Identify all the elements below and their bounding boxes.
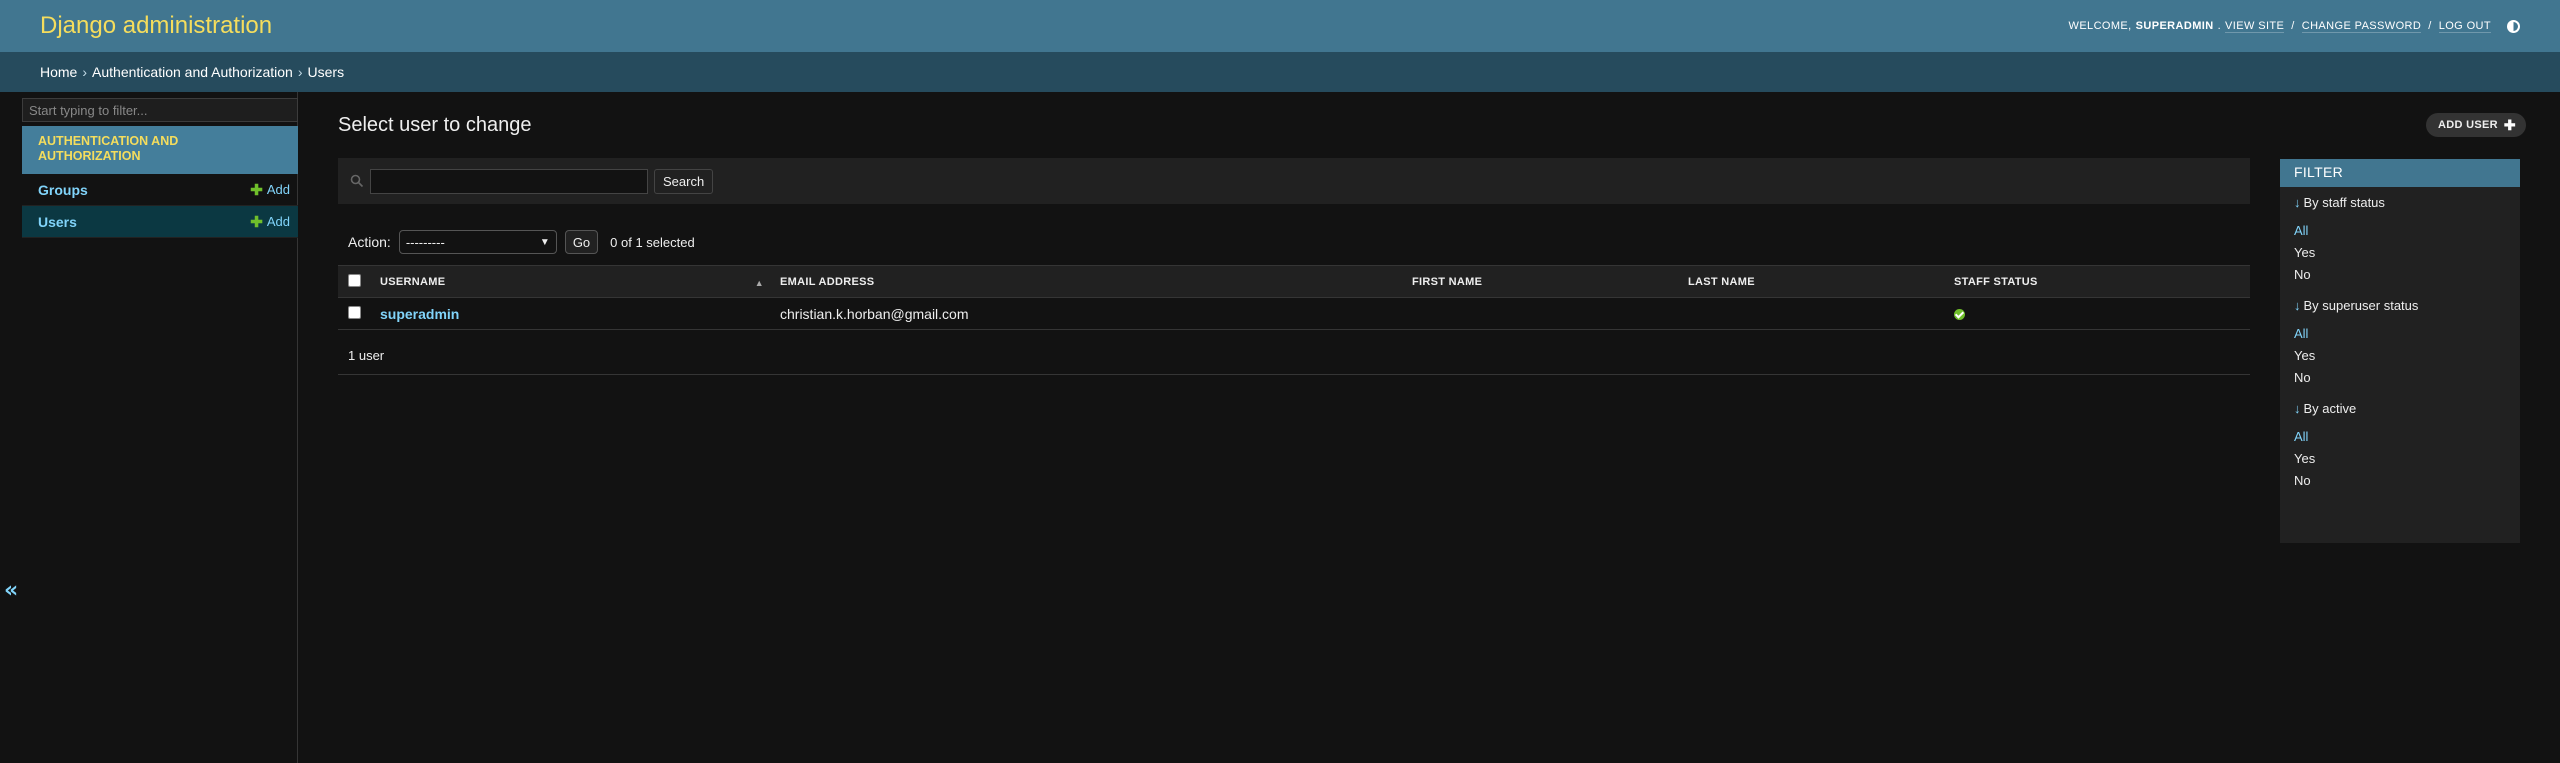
action-select[interactable]: --------- ▼ bbox=[398, 230, 557, 254]
site-title[interactable]: Django administration bbox=[40, 12, 272, 40]
welcome-text: Welcome, bbox=[2068, 20, 2132, 32]
column-header-last-name[interactable]: Last name bbox=[1680, 265, 1946, 298]
sidebar-item-groups: Groups ✚ Add bbox=[22, 174, 298, 206]
filter-option-no[interactable]: No bbox=[2294, 470, 2506, 492]
filter-group-title[interactable]: ↓ By superuser status bbox=[2294, 298, 2506, 313]
filter-panel: Filter ↓ By staff status All Yes No ↓ By… bbox=[2280, 159, 2520, 543]
sidebar-item-groups-link[interactable]: Groups bbox=[38, 182, 88, 198]
filter-option-no[interactable]: No bbox=[2294, 264, 2506, 286]
filter-option-yes[interactable]: Yes bbox=[2294, 345, 2506, 367]
sidebar-item-users: Users ✚ Add bbox=[22, 206, 298, 238]
staff-status-cell bbox=[1946, 297, 2250, 330]
view-site-link[interactable]: View site bbox=[2225, 20, 2285, 33]
sidebar-groups-add-link[interactable]: ✚ Add bbox=[250, 181, 290, 199]
app-caption-auth[interactable]: Authentication and Authorization bbox=[22, 126, 298, 174]
theme-toggle-icon[interactable] bbox=[2507, 19, 2520, 33]
row-select-checkbox[interactable] bbox=[348, 305, 361, 319]
column-header-email[interactable]: Email address bbox=[772, 265, 1404, 298]
table-row: superadmin christian.k.horban@gmail.com bbox=[338, 297, 2250, 330]
breadcrumb-home[interactable]: Home bbox=[40, 64, 77, 80]
username-cell: superadmin bbox=[372, 297, 772, 330]
column-header-username[interactable]: Username ▲ bbox=[372, 265, 772, 298]
last-name-cell bbox=[1680, 297, 1946, 330]
table-header-row: Username ▲ Email address First name Last… bbox=[338, 265, 2250, 298]
change-password-link[interactable]: Change password bbox=[2301, 20, 2422, 33]
filter-title: Filter bbox=[2280, 159, 2520, 187]
filter-option-no[interactable]: No bbox=[2294, 367, 2506, 389]
search-input[interactable] bbox=[370, 168, 648, 194]
action-selected-option: --------- bbox=[405, 234, 445, 250]
user-tools: Welcome, superadmin. View site / Change … bbox=[2068, 19, 2520, 33]
plus-icon: ✚ bbox=[250, 181, 263, 199]
filter-option-all[interactable]: All bbox=[2294, 426, 2506, 448]
select-all-cell bbox=[338, 265, 372, 298]
search-button[interactable]: Search bbox=[654, 168, 714, 194]
column-header-staff-status[interactable]: Staff status bbox=[1946, 265, 2250, 298]
search-icon bbox=[350, 174, 364, 188]
username-link[interactable]: superadmin bbox=[380, 306, 459, 322]
filter-group-superuser-status: ↓ By superuser status All Yes No bbox=[2280, 290, 2520, 393]
separator: / bbox=[2428, 20, 2432, 32]
current-username: superadmin bbox=[2135, 20, 2214, 32]
add-user-button[interactable]: Add user ✚ bbox=[2426, 113, 2526, 137]
breadcrumb-separator: › bbox=[297, 64, 303, 80]
collapse-sidebar-icon[interactable]: « bbox=[4, 578, 18, 603]
go-button[interactable]: Go bbox=[564, 230, 599, 254]
plus-icon: ✚ bbox=[250, 213, 263, 231]
add-label: Add bbox=[266, 214, 290, 229]
chevron-down-icon: ▼ bbox=[539, 236, 550, 248]
column-header-first-name[interactable]: First name bbox=[1404, 265, 1680, 298]
separator: / bbox=[2291, 20, 2295, 32]
arrow-down-icon: ↓ bbox=[2294, 195, 2301, 210]
sidebar-item-users-link[interactable]: Users bbox=[38, 214, 77, 230]
page-title: Select user to change bbox=[338, 114, 532, 136]
breadcrumb: Home › Authentication and Authorization … bbox=[0, 52, 2560, 92]
add-user-label: Add user bbox=[2438, 119, 2498, 131]
nav-sidebar: Authentication and Authorization Groups … bbox=[0, 92, 298, 763]
add-label: Add bbox=[266, 182, 290, 197]
filter-group-title[interactable]: ↓ By active bbox=[2294, 401, 2506, 416]
select-all-checkbox[interactable] bbox=[348, 273, 361, 287]
filter-option-all[interactable]: All bbox=[2294, 220, 2506, 242]
filter-option-yes[interactable]: Yes bbox=[2294, 242, 2506, 264]
arrow-down-icon: ↓ bbox=[2294, 298, 2301, 313]
breadcrumb-separator: › bbox=[82, 64, 88, 80]
arrow-down-icon: ↓ bbox=[2294, 401, 2301, 416]
nav-filter-input[interactable] bbox=[22, 98, 298, 122]
sort-ascending-icon[interactable]: ▲ bbox=[755, 278, 764, 288]
filter-group-active: ↓ By active All Yes No bbox=[2280, 393, 2520, 496]
breadcrumb-current: Users bbox=[307, 64, 345, 80]
row-select-cell bbox=[338, 297, 372, 330]
header: Django administration Welcome, superadmi… bbox=[0, 0, 2560, 52]
selection-counter: 0 of 1 selected bbox=[610, 234, 695, 250]
filter-group-staff-status: ↓ By staff status All Yes No bbox=[2280, 187, 2520, 290]
action-label: Action: bbox=[348, 234, 391, 250]
email-cell: christian.k.horban@gmail.com bbox=[772, 297, 1404, 330]
breadcrumb-app[interactable]: Authentication and Authorization bbox=[92, 64, 293, 80]
check-yes-icon bbox=[1954, 308, 1965, 320]
results-table: Username ▲ Email address First name Last… bbox=[338, 265, 2250, 330]
filter-option-yes[interactable]: Yes bbox=[2294, 448, 2506, 470]
actions-bar: Action: --------- ▼ Go 0 of 1 selected bbox=[338, 224, 695, 260]
paginator: 1 user bbox=[338, 338, 2250, 375]
plus-icon: ✚ bbox=[2503, 116, 2516, 133]
search-toolbar: Search bbox=[338, 158, 2250, 204]
logout-link[interactable]: Log out bbox=[2438, 20, 2491, 33]
filter-option-all[interactable]: All bbox=[2294, 323, 2506, 345]
first-name-cell bbox=[1404, 297, 1680, 330]
filter-group-title[interactable]: ↓ By staff status bbox=[2294, 195, 2506, 210]
sidebar-users-add-link[interactable]: ✚ Add bbox=[250, 213, 290, 231]
